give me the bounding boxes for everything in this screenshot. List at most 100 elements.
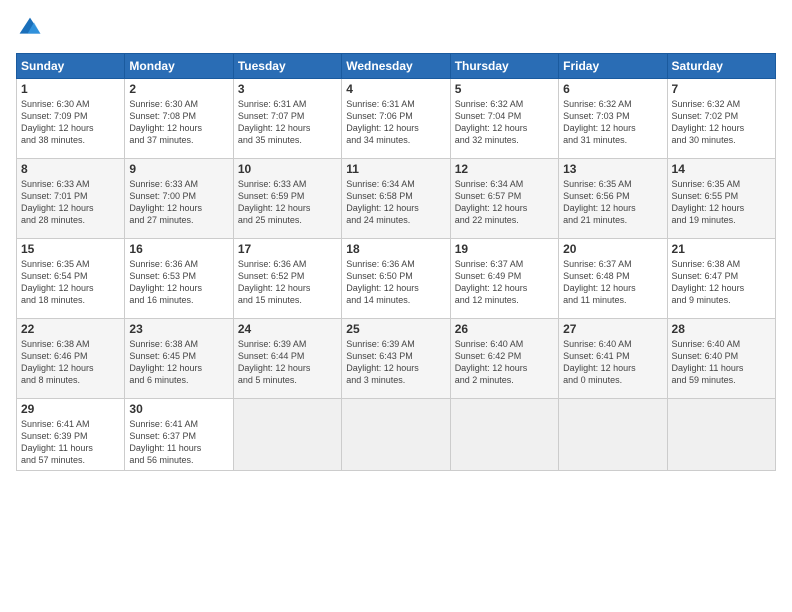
cell-info: Sunrise: 6:33 AM Sunset: 7:00 PM Dayligh… xyxy=(129,178,228,227)
day-number: 20 xyxy=(563,242,662,256)
day-number: 13 xyxy=(563,162,662,176)
calendar-cell: 8 Sunrise: 6:33 AM Sunset: 7:01 PM Daylig… xyxy=(17,159,125,239)
calendar-week-row: 1 Sunrise: 6:30 AM Sunset: 7:09 PM Daylig… xyxy=(17,79,776,159)
calendar-table: SundayMondayTuesdayWednesdayThursdayFrid… xyxy=(16,53,776,471)
calendar-cell: 27 Sunrise: 6:40 AM Sunset: 6:41 PM Dayli… xyxy=(559,319,667,399)
day-number: 4 xyxy=(346,82,445,96)
day-number: 27 xyxy=(563,322,662,336)
cell-info: Sunrise: 6:39 AM Sunset: 6:43 PM Dayligh… xyxy=(346,338,445,387)
calendar-cell: 20 Sunrise: 6:37 AM Sunset: 6:48 PM Dayli… xyxy=(559,239,667,319)
day-number: 1 xyxy=(21,82,120,96)
calendar-cell: 24Sunrise: 6:39 AM Sunset: 6:44 PM Dayli… xyxy=(233,319,341,399)
calendar-cell: 3Sunrise: 6:31 AM Sunset: 7:07 PM Daylig… xyxy=(233,79,341,159)
calendar-cell: 18 Sunrise: 6:36 AM Sunset: 6:50 PM Dayli… xyxy=(342,239,450,319)
day-number: 14 xyxy=(672,162,771,176)
day-number: 21 xyxy=(672,242,771,256)
cell-info: Sunrise: 6:38 AM Sunset: 6:46 PM Dayligh… xyxy=(21,338,120,387)
calendar-cell: 5Sunrise: 6:32 AM Sunset: 7:04 PM Daylig… xyxy=(450,79,558,159)
cell-info: Sunrise: 6:37 AM Sunset: 6:49 PM Dayligh… xyxy=(455,258,554,307)
day-number: 6 xyxy=(563,82,662,96)
calendar-cell: 1 Sunrise: 6:30 AM Sunset: 7:09 PM Daylig… xyxy=(17,79,125,159)
calendar-cell xyxy=(342,399,450,471)
day-number: 28 xyxy=(672,322,771,336)
day-number: 17 xyxy=(238,242,337,256)
weekday-header-tuesday: Tuesday xyxy=(233,54,341,79)
day-number: 26 xyxy=(455,322,554,336)
calendar-cell: 29 Sunrise: 6:41 AM Sunset: 6:39 PM Dayli… xyxy=(17,399,125,471)
weekday-header-monday: Monday xyxy=(125,54,233,79)
cell-info: Sunrise: 6:32 AM Sunset: 7:04 PM Dayligh… xyxy=(455,98,554,147)
day-number: 23 xyxy=(129,322,228,336)
day-number: 2 xyxy=(129,82,228,96)
day-number: 19 xyxy=(455,242,554,256)
cell-info: Sunrise: 6:37 AM Sunset: 6:48 PM Dayligh… xyxy=(563,258,662,307)
day-number: 3 xyxy=(238,82,337,96)
weekday-header-sunday: Sunday xyxy=(17,54,125,79)
cell-info: Sunrise: 6:33 AM Sunset: 7:01 PM Dayligh… xyxy=(21,178,120,227)
cell-info: Sunrise: 6:41 AM Sunset: 6:39 PM Dayligh… xyxy=(21,418,120,467)
day-number: 24 xyxy=(238,322,337,336)
calendar-cell: 7 Sunrise: 6:32 AM Sunset: 7:02 PM Daylig… xyxy=(667,79,775,159)
calendar-cell: 11 Sunrise: 6:34 AM Sunset: 6:58 PM Dayli… xyxy=(342,159,450,239)
cell-info: Sunrise: 6:32 AM Sunset: 7:03 PM Dayligh… xyxy=(563,98,662,147)
calendar-cell: 21 Sunrise: 6:38 AM Sunset: 6:47 PM Dayli… xyxy=(667,239,775,319)
logo xyxy=(16,16,46,45)
weekday-header-wednesday: Wednesday xyxy=(342,54,450,79)
calendar-week-row: 29 Sunrise: 6:41 AM Sunset: 6:39 PM Dayli… xyxy=(17,399,776,471)
calendar-cell: 17Sunrise: 6:36 AM Sunset: 6:52 PM Dayli… xyxy=(233,239,341,319)
calendar-cell: 9 Sunrise: 6:33 AM Sunset: 7:00 PM Daylig… xyxy=(125,159,233,239)
day-number: 29 xyxy=(21,402,120,416)
cell-info: Sunrise: 6:35 AM Sunset: 6:56 PM Dayligh… xyxy=(563,178,662,227)
cell-info: Sunrise: 6:30 AM Sunset: 7:08 PM Dayligh… xyxy=(129,98,228,147)
calendar-week-row: 8 Sunrise: 6:33 AM Sunset: 7:01 PM Daylig… xyxy=(17,159,776,239)
day-number: 7 xyxy=(672,82,771,96)
cell-info: Sunrise: 6:32 AM Sunset: 7:02 PM Dayligh… xyxy=(672,98,771,147)
weekday-header-friday: Friday xyxy=(559,54,667,79)
cell-info: Sunrise: 6:31 AM Sunset: 7:06 PM Dayligh… xyxy=(346,98,445,147)
cell-info: Sunrise: 6:34 AM Sunset: 6:58 PM Dayligh… xyxy=(346,178,445,227)
cell-info: Sunrise: 6:30 AM Sunset: 7:09 PM Dayligh… xyxy=(21,98,120,147)
calendar-cell: 25Sunrise: 6:39 AM Sunset: 6:43 PM Dayli… xyxy=(342,319,450,399)
weekday-header-saturday: Saturday xyxy=(667,54,775,79)
cell-info: Sunrise: 6:35 AM Sunset: 6:55 PM Dayligh… xyxy=(672,178,771,227)
day-number: 18 xyxy=(346,242,445,256)
cell-info: Sunrise: 6:34 AM Sunset: 6:57 PM Dayligh… xyxy=(455,178,554,227)
day-number: 8 xyxy=(21,162,120,176)
calendar-cell: 19 Sunrise: 6:37 AM Sunset: 6:49 PM Dayli… xyxy=(450,239,558,319)
day-number: 12 xyxy=(455,162,554,176)
calendar-cell: 16Sunrise: 6:36 AM Sunset: 6:53 PM Dayli… xyxy=(125,239,233,319)
day-number: 9 xyxy=(129,162,228,176)
cell-info: Sunrise: 6:36 AM Sunset: 6:50 PM Dayligh… xyxy=(346,258,445,307)
calendar-cell: 30Sunrise: 6:41 AM Sunset: 6:37 PM Dayli… xyxy=(125,399,233,471)
calendar-cell xyxy=(450,399,558,471)
day-number: 15 xyxy=(21,242,120,256)
calendar-cell xyxy=(559,399,667,471)
calendar-cell: 6 Sunrise: 6:32 AM Sunset: 7:03 PM Daylig… xyxy=(559,79,667,159)
cell-info: Sunrise: 6:38 AM Sunset: 6:47 PM Dayligh… xyxy=(672,258,771,307)
cell-info: Sunrise: 6:40 AM Sunset: 6:41 PM Dayligh… xyxy=(563,338,662,387)
calendar-page: SundayMondayTuesdayWednesdayThursdayFrid… xyxy=(0,0,792,612)
calendar-cell: 22 Sunrise: 6:38 AM Sunset: 6:46 PM Dayli… xyxy=(17,319,125,399)
page-header xyxy=(16,16,776,45)
calendar-week-row: 22 Sunrise: 6:38 AM Sunset: 6:46 PM Dayli… xyxy=(17,319,776,399)
cell-info: Sunrise: 6:38 AM Sunset: 6:45 PM Dayligh… xyxy=(129,338,228,387)
calendar-cell: 15 Sunrise: 6:35 AM Sunset: 6:54 PM Dayli… xyxy=(17,239,125,319)
cell-info: Sunrise: 6:36 AM Sunset: 6:53 PM Dayligh… xyxy=(129,258,228,307)
calendar-week-row: 15 Sunrise: 6:35 AM Sunset: 6:54 PM Dayli… xyxy=(17,239,776,319)
cell-info: Sunrise: 6:35 AM Sunset: 6:54 PM Dayligh… xyxy=(21,258,120,307)
calendar-cell xyxy=(667,399,775,471)
weekday-header-thursday: Thursday xyxy=(450,54,558,79)
calendar-cell: 12 Sunrise: 6:34 AM Sunset: 6:57 PM Dayli… xyxy=(450,159,558,239)
calendar-cell: 23 Sunrise: 6:38 AM Sunset: 6:45 PM Dayli… xyxy=(125,319,233,399)
cell-info: Sunrise: 6:41 AM Sunset: 6:37 PM Dayligh… xyxy=(129,418,228,467)
logo-icon xyxy=(18,16,42,40)
day-number: 10 xyxy=(238,162,337,176)
calendar-cell xyxy=(233,399,341,471)
day-number: 11 xyxy=(346,162,445,176)
calendar-header-row: SundayMondayTuesdayWednesdayThursdayFrid… xyxy=(17,54,776,79)
calendar-cell: 10 Sunrise: 6:33 AM Sunset: 6:59 PM Dayli… xyxy=(233,159,341,239)
cell-info: Sunrise: 6:33 AM Sunset: 6:59 PM Dayligh… xyxy=(238,178,337,227)
calendar-cell: 4 Sunrise: 6:31 AM Sunset: 7:06 PM Daylig… xyxy=(342,79,450,159)
day-number: 22 xyxy=(21,322,120,336)
calendar-cell: 2 Sunrise: 6:30 AM Sunset: 7:08 PM Daylig… xyxy=(125,79,233,159)
